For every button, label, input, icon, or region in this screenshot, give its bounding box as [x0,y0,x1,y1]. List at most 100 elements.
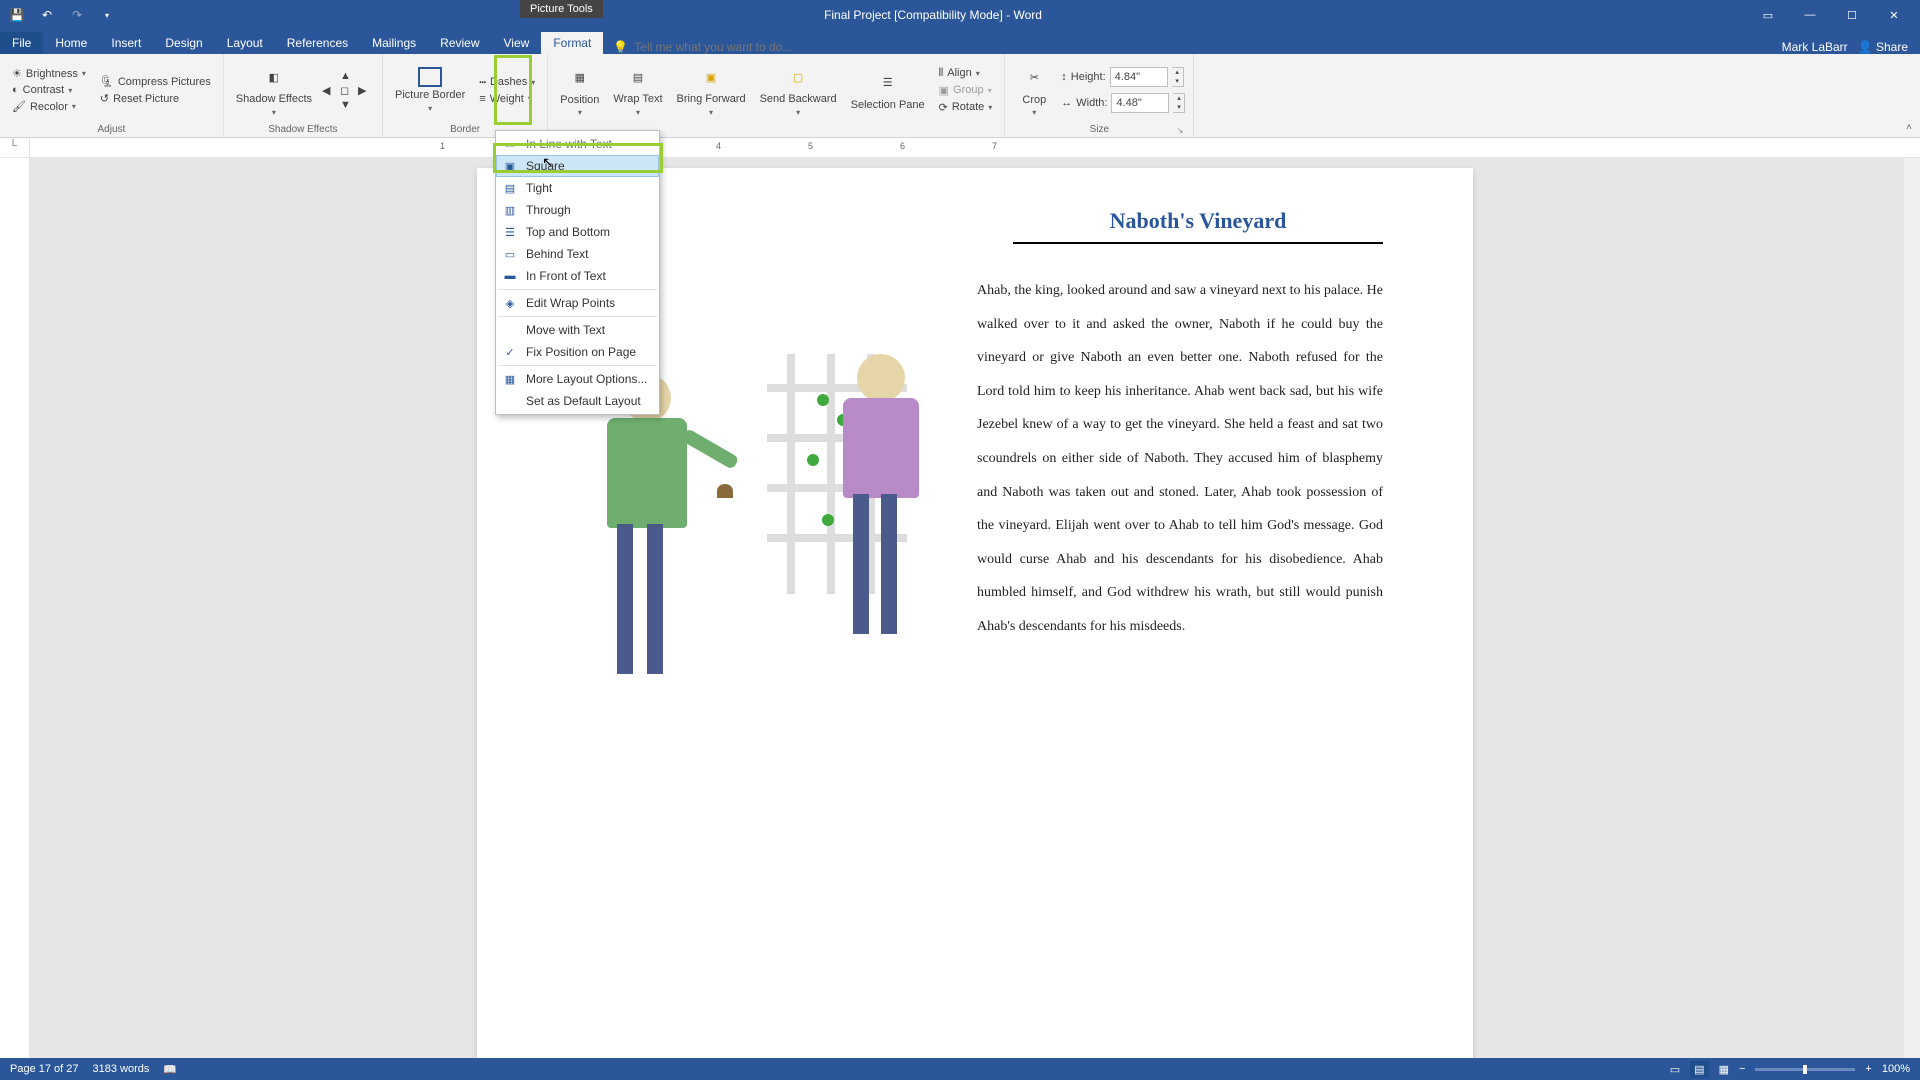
in-front-icon: ▬ [502,268,518,284]
menu-move-with-text[interactable]: Move with Text [496,319,659,341]
shadow-nudge-grid[interactable]: ▲ ◀◻▶ ▼ [322,70,374,111]
window-title: Final Project [Compatibility Mode] - Wor… [824,8,1042,22]
shadow-effects-button[interactable]: ◧ Shadow Effects [232,61,316,118]
status-bar: Page 17 of 27 3183 words 📖 ▭ ▤ ▦ − + 100… [0,1058,1920,1080]
selection-pane-button[interactable]: ☰Selection Pane [847,67,929,113]
zoom-out-icon[interactable]: − [1739,1063,1745,1075]
height-input[interactable]: 4.84" [1110,67,1168,87]
bring-forward-icon: ▣ [697,63,725,91]
wrap-text-menu: ▭In Line with Text ▣Square ▤Tight ▥Throu… [495,130,660,415]
more-options-icon: ▦ [502,371,518,387]
menu-more-layout-options[interactable]: ▦More Layout Options... [496,368,659,390]
group-label-border: Border [450,122,480,135]
tab-view[interactable]: View [492,32,542,54]
recolor-button[interactable]: 🖌Recolor [8,99,90,114]
width-icon: ↔ [1061,97,1072,109]
ribbon-display-icon[interactable]: ▭ [1748,0,1788,30]
rotate-button[interactable]: ⟳Rotate [935,100,997,115]
menu-set-default-layout[interactable]: Set as Default Layout [496,390,659,412]
picture-border-button[interactable]: Picture Border [391,65,469,114]
status-words[interactable]: 3183 words [93,1063,150,1075]
tell-me-input[interactable] [634,40,834,54]
position-icon: ▦ [566,64,594,92]
share-button[interactable]: 👤 Share [1858,40,1908,54]
tab-selector[interactable]: L [0,138,30,157]
web-layout-icon[interactable]: ▦ [1719,1063,1729,1076]
crop-icon: ✂ [1020,64,1048,92]
compress-icon: 🗜 [100,75,114,88]
contrast-button[interactable]: ◐Contrast [8,83,90,97]
wrap-text-button[interactable]: ▤Wrap Text [609,61,666,118]
menu-fix-position[interactable]: ✓Fix Position on Page [496,341,659,363]
contrast-icon: ◐ [12,84,19,96]
bring-forward-button[interactable]: ▣Bring Forward [673,61,750,118]
vertical-ruler[interactable] [0,158,30,1058]
dashes-button[interactable]: ┅Dashes [475,75,539,90]
menu-through[interactable]: ▥Through [496,199,659,221]
align-button[interactable]: ⫴Align [935,66,997,81]
vertical-scrollbar[interactable] [1904,158,1920,1058]
qat-more-icon[interactable]: ▾ [96,4,118,26]
tab-mailings[interactable]: Mailings [360,32,428,54]
status-page[interactable]: Page 17 of 27 [10,1063,79,1075]
group-shadow-effects: ◧ Shadow Effects ▲ ◀◻▶ ▼ Shadow Effects [224,54,383,137]
horizontal-ruler[interactable]: L 1 2 3 4 5 6 7 [0,138,1920,158]
tight-icon: ▤ [502,180,518,196]
read-mode-icon[interactable]: ▭ [1670,1063,1680,1076]
send-backward-button[interactable]: ▢Send Backward [756,61,841,118]
minimize-icon[interactable]: — [1790,0,1830,30]
menu-square[interactable]: ▣Square [496,155,659,177]
crop-button[interactable]: ✂Crop [1013,62,1055,119]
group-label-size: Size [1090,122,1109,135]
send-backward-icon: ▢ [784,63,812,91]
width-spinner[interactable]: ▴▾ [1173,93,1185,113]
print-layout-icon[interactable]: ▤ [1690,1061,1708,1078]
menu-top-and-bottom[interactable]: ☰Top and Bottom [496,221,659,243]
zoom-level[interactable]: 100% [1882,1063,1910,1075]
tab-review[interactable]: Review [428,32,491,54]
maximize-icon[interactable]: ☐ [1832,0,1872,30]
menu-inline-with-text[interactable]: ▭In Line with Text [496,133,659,155]
redo-icon[interactable]: ↷ [66,4,88,26]
person-right-graphic [827,354,937,654]
compress-pictures-button[interactable]: 🗜Compress Pictures [96,74,215,89]
menu-edit-wrap-points[interactable]: ◈Edit Wrap Points [496,292,659,314]
tab-layout[interactable]: Layout [215,32,275,54]
title-bar: 💾 ↶ ↷ ▾ Picture Tools Final Project [Com… [0,0,1920,30]
height-spinner[interactable]: ▴▾ [1172,67,1184,87]
height-icon: ↕ [1061,71,1067,83]
size-dialog-launcher[interactable]: ↘ [1177,126,1186,135]
reset-picture-button[interactable]: ↺Reset Picture [96,91,215,106]
menu-tight[interactable]: ▤Tight [496,177,659,199]
group-button[interactable]: ▣Group [935,83,997,98]
tab-format[interactable]: Format [541,32,603,54]
close-icon[interactable]: ✕ [1874,0,1914,30]
check-icon: ✓ [502,344,518,360]
save-icon[interactable]: 💾 [6,4,28,26]
user-name[interactable]: Mark LaBarr [1782,40,1848,54]
weight-button[interactable]: ≡Weight [475,92,539,106]
tell-me-box[interactable]: 💡 [603,40,1781,54]
tab-references[interactable]: References [275,32,360,54]
position-button[interactable]: ▦Position [556,62,603,119]
weight-icon: ≡ [479,93,485,105]
tab-insert[interactable]: Insert [99,32,153,54]
menu-in-front-of-text[interactable]: ▬In Front of Text [496,265,659,287]
dashes-icon: ┅ [479,76,486,89]
collapse-ribbon-icon[interactable]: ˄ [1898,118,1920,137]
zoom-slider[interactable] [1755,1068,1855,1071]
spellcheck-icon[interactable]: 📖 [163,1063,177,1076]
zoom-in-icon[interactable]: + [1865,1063,1871,1075]
width-input[interactable]: 4.48" [1111,93,1169,113]
tab-file[interactable]: File [0,32,43,54]
tab-home[interactable]: Home [43,32,99,54]
person-left-graphic [587,374,707,694]
width-label: Width: [1076,97,1107,109]
edit-points-icon: ◈ [502,295,518,311]
undo-icon[interactable]: ↶ [36,4,58,26]
menu-behind-text[interactable]: ▭Behind Text [496,243,659,265]
brightness-button[interactable]: ☀Brightness [8,66,90,81]
tab-design[interactable]: Design [153,32,214,54]
menu-separator [498,365,657,366]
align-icon: ⫴ [939,67,944,80]
